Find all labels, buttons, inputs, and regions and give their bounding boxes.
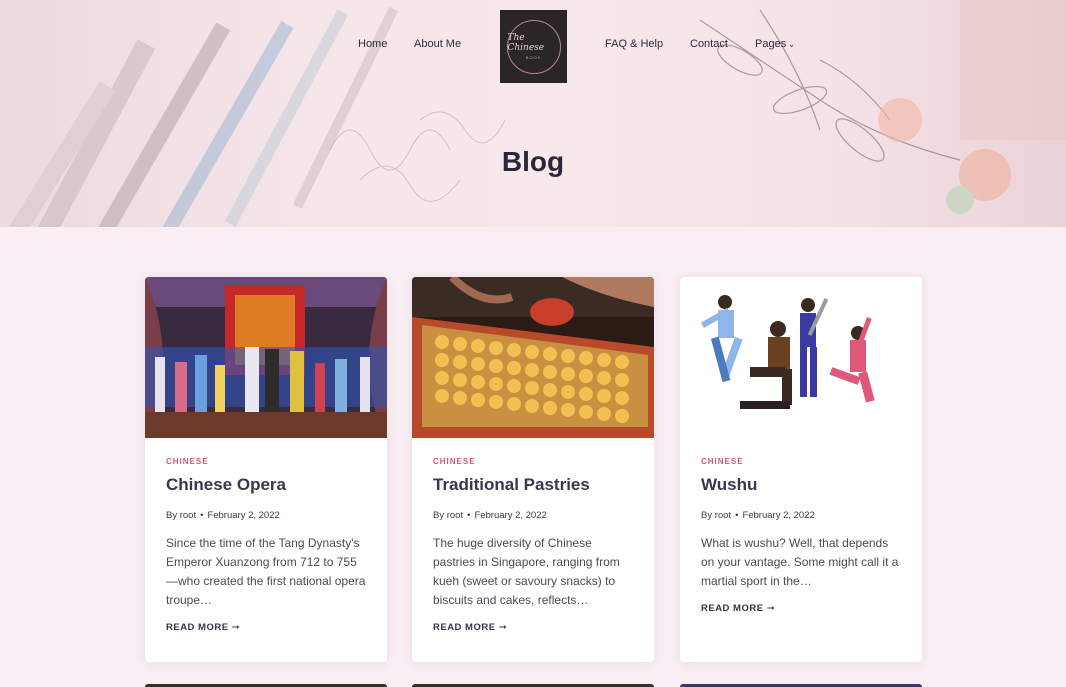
post-meta: By root • February 2, 2022 — [433, 510, 633, 521]
post-card: CHINESE Wushu By root • February 2, 2022 W… — [680, 277, 922, 662]
logo-text: The Chinese — [507, 33, 545, 53]
nav-pages-label: Pages — [755, 38, 787, 50]
post-author[interactable]: root — [715, 510, 731, 521]
post-excerpt: What is wushu? Well, that depends on you… — [701, 536, 899, 588]
main-navigation: Home About Me The Chinese BOOK FAQ & Hel… — [0, 0, 1066, 90]
chevron-down-icon: ⌄ — [788, 40, 795, 49]
post-title[interactable]: Wushu — [701, 475, 901, 495]
post-category[interactable]: CHINESE — [433, 457, 633, 466]
post-image-wushu[interactable] — [680, 277, 922, 438]
read-more-link[interactable]: READ MORE ➞ — [701, 603, 775, 614]
post-by-label: By — [701, 510, 713, 521]
meta-separator: • — [735, 510, 739, 521]
post-image-chinese-opera[interactable] — [145, 277, 387, 438]
post-meta: By root • February 2, 2022 — [701, 510, 901, 521]
post-by-label: By — [166, 510, 178, 521]
read-more-link[interactable]: READ MORE ➞ — [433, 622, 507, 633]
post-category[interactable]: CHINESE — [166, 457, 366, 466]
nav-about-me[interactable]: About Me — [414, 38, 461, 50]
page-title: Blog — [501, 146, 565, 177]
logo-ring: The Chinese BOOK — [506, 19, 561, 74]
post-excerpt: The huge diversity of Chinese pastries i… — [433, 536, 620, 607]
nav-contact[interactable]: Contact — [690, 38, 728, 50]
post-category[interactable]: CHINESE — [701, 457, 901, 466]
post-card: CHINESE Chinese Opera By root • February 2… — [145, 277, 387, 662]
post-title[interactable]: Chinese Opera — [166, 475, 366, 495]
post-author[interactable]: root — [180, 510, 196, 521]
nav-faq-help[interactable]: FAQ & Help — [605, 38, 663, 50]
post-card: CHINESE Traditional Pastries By root • Feb… — [412, 277, 654, 662]
post-title[interactable]: Traditional Pastries — [433, 475, 633, 495]
meta-separator: • — [467, 510, 471, 521]
hero-banner: Home About Me The Chinese BOOK FAQ & Hel… — [0, 0, 1066, 227]
logo-subtext: BOOK — [525, 55, 542, 60]
post-excerpt: Since the time of the Tang Dynasty's Emp… — [166, 536, 366, 607]
post-date: February 2, 2022 — [742, 510, 815, 521]
post-image-traditional-pastries[interactable] — [412, 277, 654, 438]
post-author[interactable]: root — [447, 510, 463, 521]
post-date: February 2, 2022 — [474, 510, 547, 521]
post-by-label: By — [433, 510, 445, 521]
post-date: February 2, 2022 — [207, 510, 280, 521]
nav-home[interactable]: Home — [358, 38, 387, 50]
read-more-link[interactable]: READ MORE ➞ — [166, 622, 240, 633]
meta-separator: • — [200, 510, 204, 521]
post-meta: By root • February 2, 2022 — [166, 510, 366, 521]
site-logo[interactable]: The Chinese BOOK — [500, 10, 567, 83]
nav-pages[interactable]: Pages ⌄ — [755, 38, 795, 50]
